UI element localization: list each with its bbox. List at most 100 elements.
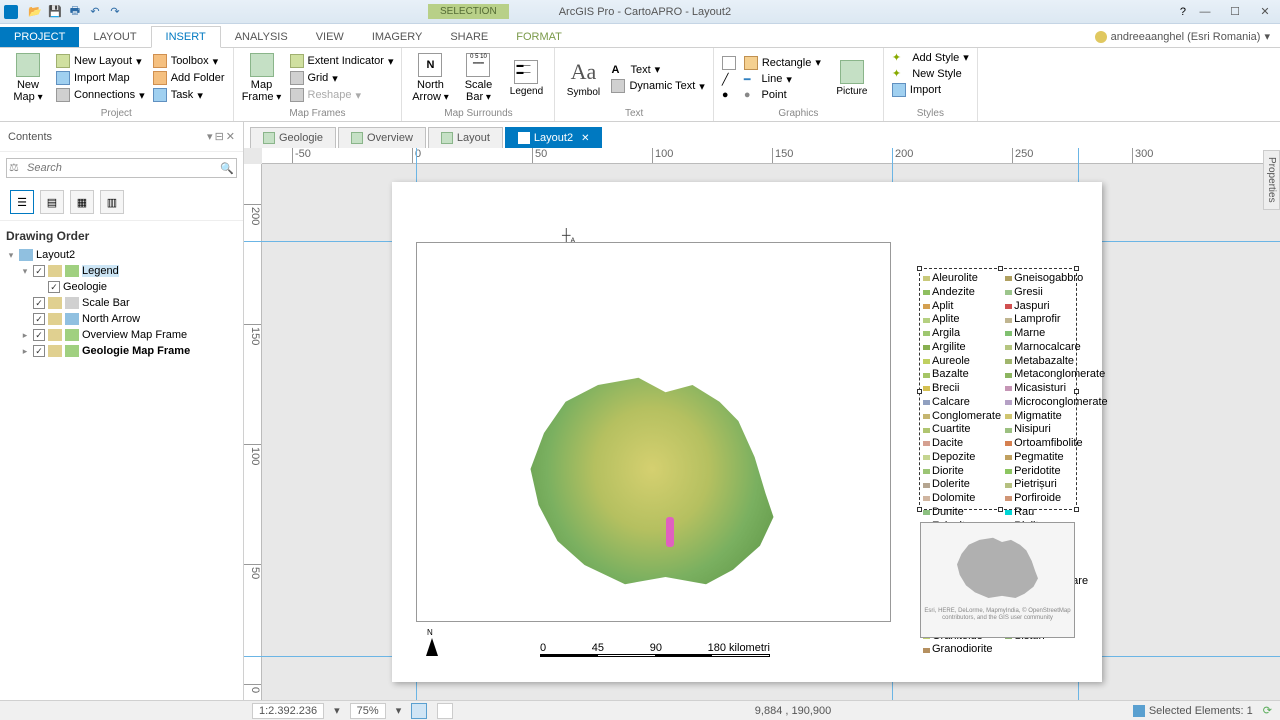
new-layout-button[interactable]: New Layout ▾ — [54, 53, 147, 69]
extent-indicator-button[interactable]: Extent Indicator ▾ — [288, 53, 396, 69]
tab-format[interactable]: FORMAT — [502, 27, 576, 47]
close-tab-icon[interactable]: ✕ — [581, 133, 589, 144]
view-tab-geologie[interactable]: Geologie — [250, 127, 336, 148]
view-tab-layout[interactable]: Layout — [428, 127, 503, 148]
resize-handle[interactable] — [917, 389, 922, 394]
search-input[interactable] — [27, 162, 220, 174]
grid-button[interactable]: Grid ▾ — [288, 70, 396, 86]
snap-guides-button[interactable] — [437, 703, 453, 719]
visibility-checkbox[interactable] — [33, 297, 45, 309]
resize-handle[interactable] — [998, 507, 1003, 512]
rectangle-button[interactable]: Rectangle ▾ — [742, 55, 823, 71]
resize-handle[interactable] — [1074, 507, 1079, 512]
legend-button[interactable]: ▬—▬—Legend — [504, 50, 548, 106]
quick-access-toolbar: 📂 💾 🖶 ↶ ↷ — [22, 3, 128, 21]
list-selection-button[interactable]: ▦ — [70, 190, 94, 214]
legend-item: Aplite — [923, 313, 1001, 327]
dynamic-text-button[interactable]: Dynamic Text ▾ — [609, 78, 706, 94]
pin-icon[interactable]: ⊟ — [215, 130, 224, 143]
tree-scale-bar[interactable]: Scale Bar — [6, 295, 237, 311]
list-source-button[interactable]: ▤ — [40, 190, 64, 214]
list-labeling-button[interactable]: ▥ — [100, 190, 124, 214]
visibility-checkbox[interactable] — [33, 265, 45, 277]
save-icon[interactable]: 💾 — [46, 3, 64, 21]
new-map-button[interactable]: New Map ▾ — [6, 50, 50, 106]
dropdown-icon[interactable]: ▾ — [207, 130, 213, 143]
close-button[interactable]: ✕ — [1250, 1, 1280, 23]
minimize-button[interactable]: — — [1190, 1, 1220, 23]
new-style-button[interactable]: ✦ New Style — [890, 66, 971, 81]
layout-canvas[interactable]: -50 0 50 100 150 200 250 300 200 150 100… — [244, 148, 1280, 700]
task-button[interactable]: Task ▾ — [151, 87, 227, 103]
layout-tab-icon — [441, 132, 453, 144]
add-folder-button[interactable]: Add Folder — [151, 70, 227, 86]
connections-button[interactable]: Connections ▾ — [54, 87, 147, 103]
point-button[interactable]: ● Point — [742, 88, 823, 102]
tab-share[interactable]: SHARE — [436, 27, 502, 47]
filter-icon[interactable]: ⚖ — [9, 161, 23, 175]
symbol-button[interactable]: AaSymbol — [561, 50, 605, 106]
shape-rect-icon-button[interactable] — [720, 55, 738, 71]
tab-layout[interactable]: LAYOUT — [79, 27, 150, 47]
picture-button[interactable]: Picture — [827, 50, 877, 106]
tab-imagery[interactable]: IMAGERY — [358, 27, 437, 47]
user-account[interactable]: andreeaanghel (Esri Romania) ▾ — [1085, 26, 1280, 47]
resize-handle[interactable] — [917, 266, 922, 271]
map-frame-button[interactable]: Map Frame ▾ — [240, 50, 284, 106]
close-pane-icon[interactable]: ✕ — [226, 130, 235, 143]
visibility-checkbox[interactable] — [33, 313, 45, 325]
tree-legend[interactable]: ▾Legend — [6, 263, 237, 279]
main-map-frame[interactable] — [416, 242, 891, 622]
visibility-checkbox[interactable] — [33, 329, 45, 341]
view-tab-overview[interactable]: Overview — [338, 127, 426, 148]
overview-map-frame[interactable]: Esri, HERE, DeLorme, MapmyIndia, © OpenS… — [920, 522, 1075, 638]
tree-root-layout2[interactable]: ▾Layout2 — [6, 247, 237, 263]
undo-icon[interactable]: ↶ — [86, 3, 104, 21]
maximize-button[interactable]: ☐ — [1220, 1, 1250, 23]
scale-dropdown-icon[interactable]: ▾ — [334, 704, 340, 717]
contents-search[interactable]: ⚖ 🔍 — [6, 158, 237, 178]
selected-count[interactable]: Selected Elements: 1 — [1133, 705, 1253, 717]
scale-input[interactable]: 1:2.392.236 — [252, 703, 324, 719]
redo-icon[interactable]: ↷ — [106, 3, 124, 21]
tab-analysis[interactable]: ANALYSIS — [221, 27, 302, 47]
snap-grid-button[interactable] — [411, 703, 427, 719]
import-style-button[interactable]: Import — [890, 82, 971, 98]
list-drawing-order-button[interactable]: ☰ — [10, 190, 34, 214]
view-tab-layout2[interactable]: Layout2✕ — [505, 127, 603, 148]
help-icon[interactable]: ? — [1180, 6, 1186, 18]
tab-view[interactable]: VIEW — [302, 27, 358, 47]
zoom-input[interactable]: 75% — [350, 703, 386, 719]
line-button[interactable]: ━ Line ▾ — [742, 72, 823, 87]
add-style-button[interactable]: ✦ Add Style ▾ — [890, 50, 971, 65]
tree-geologie-frame[interactable]: ▸Geologie Map Frame — [6, 343, 237, 359]
open-icon[interactable]: 📂 — [26, 3, 44, 21]
tab-project[interactable]: PROJECT — [0, 27, 79, 47]
text-button[interactable]: A Text ▾ — [609, 62, 706, 77]
properties-tab[interactable]: Properties — [1263, 150, 1280, 210]
resize-handle[interactable] — [1074, 266, 1079, 271]
resize-handle[interactable] — [998, 266, 1003, 271]
workspace: Contents ▾ ⊟ ✕ ⚖ 🔍 ☰ ▤ ▦ ▥ Drawing Order… — [0, 122, 1280, 700]
tree-overview-frame[interactable]: ▸Overview Map Frame — [6, 327, 237, 343]
shape-line-icon-button[interactable]: ╱ — [720, 72, 738, 87]
tab-insert[interactable]: INSERT — [151, 26, 221, 48]
tree-geologie-layer[interactable]: Geologie — [6, 279, 237, 295]
refresh-icon[interactable]: ⟳ — [1263, 704, 1272, 717]
visibility-checkbox[interactable] — [48, 281, 60, 293]
toolbox-button[interactable]: Toolbox ▾ — [151, 53, 227, 69]
north-arrow-button[interactable]: NNorth Arrow ▾ — [408, 50, 452, 106]
north-arrow-element[interactable] — [422, 630, 442, 660]
resize-handle[interactable] — [917, 507, 922, 512]
visibility-checkbox[interactable] — [33, 345, 45, 357]
shape-point-icon-button[interactable]: ● — [720, 88, 738, 102]
zoom-dropdown-icon[interactable]: ▾ — [396, 704, 402, 717]
scale-bar-button[interactable]: 0 5 10━━━Scale Bar ▾ — [456, 50, 500, 106]
tree-north-arrow[interactable]: North Arrow — [6, 311, 237, 327]
legend-element[interactable]: AleuroliteAndeziteAplitApliteArgilaArgil… — [919, 268, 1077, 510]
scale-bar-element[interactable]: 04590180 kilometri — [540, 642, 770, 660]
import-map-button[interactable]: Import Map — [54, 70, 147, 86]
search-icon[interactable]: 🔍 — [220, 162, 234, 175]
print-icon[interactable]: 🖶 — [66, 3, 84, 21]
resize-handle[interactable] — [1074, 389, 1079, 394]
